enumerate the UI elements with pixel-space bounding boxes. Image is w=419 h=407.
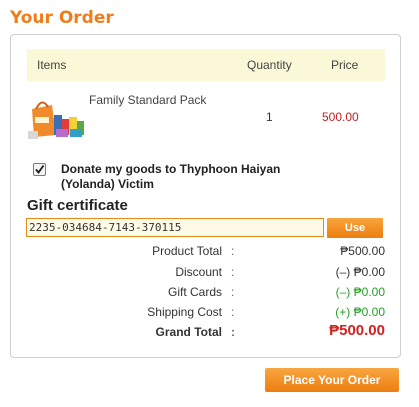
summary-label: Discount	[175, 265, 222, 279]
grand-total-value: ₱500.00	[329, 322, 385, 339]
gift-certificate-input[interactable]	[26, 218, 324, 237]
summary-label: Gift Cards	[167, 285, 222, 299]
summary-value: (–) ₱0.00	[335, 265, 385, 279]
product-name: Family Standard Pack	[89, 93, 207, 107]
grand-total-label: Grand Total	[155, 325, 222, 339]
column-header-quantity: Quantity	[247, 58, 292, 72]
order-panel: Items Quantity Price Family Standard Pac…	[10, 34, 401, 358]
table-header: Items Quantity Price	[27, 49, 385, 81]
column-header-items: Items	[37, 58, 67, 72]
summary-colon: :	[231, 265, 235, 279]
summary-value: (+) ₱0.00	[335, 305, 385, 319]
column-header-price: Price	[331, 58, 359, 72]
grocery-pack-image	[26, 95, 88, 141]
summary-value: (–) ₱0.00	[335, 285, 385, 299]
summary-colon: :	[231, 285, 235, 299]
checkmark-icon	[35, 164, 45, 174]
use-gift-button[interactable]: Use	[327, 218, 383, 238]
product-quantity: 1	[266, 110, 273, 124]
summary-label: Product Total	[152, 244, 222, 258]
donate-checkbox[interactable]	[33, 163, 46, 176]
donate-label[interactable]: Donate my goods to Thyphoon Haiyan (Yola…	[61, 162, 291, 192]
summary-colon: :	[231, 305, 235, 319]
summary-colon: :	[231, 244, 235, 258]
summary-colon: :	[231, 325, 235, 339]
page-title: Your Order	[10, 8, 114, 28]
summary-value: ₱500.00	[340, 244, 385, 258]
summary-label: Shipping Cost	[147, 305, 222, 319]
gift-certificate-title: Gift certificate	[27, 197, 128, 214]
place-order-button[interactable]: Place Your Order	[265, 368, 399, 392]
product-price: 500.00	[322, 110, 359, 124]
